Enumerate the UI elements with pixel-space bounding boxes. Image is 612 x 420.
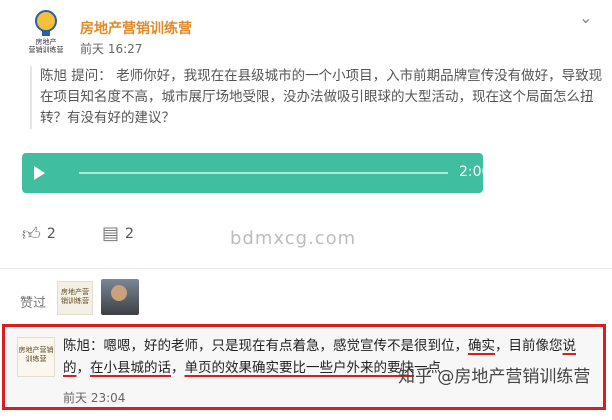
audio-player[interactable]: 2:00 — [22, 153, 490, 193]
post-timestamp: 前天 16:27 — [80, 42, 143, 56]
reply-segment: ， — [171, 360, 185, 376]
lightbulb-logo-icon — [35, 10, 57, 36]
liker-avatar[interactable] — [101, 279, 139, 315]
logo-text: 房地产 营销训练营 — [28, 38, 64, 54]
chevron-down-icon[interactable]: ⌄ — [579, 8, 592, 27]
divider — [0, 268, 612, 269]
comment-icon: ▤ — [102, 223, 120, 244]
reply-avatar[interactable]: 房地产营销训练营 — [17, 337, 55, 377]
highlighted-reply: 房地产营销训练营 陈旭：嗯嗯，好的老师，只是现在有点着急，感觉宣传不是很到位，确… — [2, 324, 606, 410]
reply-segment: ， — [76, 360, 91, 376]
reply-segment: ，目前像您 — [495, 338, 563, 354]
reply-segment: 陈旭：嗯嗯，好的老师，只是现在有点着急，感觉宣传不是很到位， — [63, 338, 468, 354]
reply-avatar-text: 房地产营销训练营 — [18, 346, 54, 363]
audio-progress-track[interactable] — [79, 172, 448, 174]
site-watermark: 知乎 @房地产营销训练营 — [398, 367, 591, 387]
author-avatar[interactable]: 房地产 营销训练营 — [22, 10, 70, 54]
like-button[interactable]: 👍︎ 2 — [22, 223, 56, 245]
liker-avatar-text: 房地产营销训练营 — [61, 288, 89, 305]
play-icon[interactable] — [34, 166, 45, 180]
reply-segment-underlined: 确实 — [468, 338, 495, 354]
thumbs-up-icon: 👍︎ — [22, 224, 41, 245]
likes-label: 赞过 — [20, 296, 47, 311]
like-count: 2 — [46, 226, 56, 242]
question-text: 陈旭 提问： 老师你好，我现在在县级城市的一个小项目，入市前期品牌宣传没有做好，… — [30, 66, 612, 129]
audio-duration: 2:00 — [459, 164, 491, 180]
reply-segment-underlined: 在小县城的话 — [90, 360, 171, 376]
watermark-url: bdmxcg.com — [230, 228, 357, 249]
comment-count: 2 — [125, 225, 134, 242]
reply-segment-underlined: 单页的效果确实要比一些户外来的要快 — [184, 360, 415, 376]
comment-button[interactable]: ▤ 2 — [102, 223, 134, 244]
liker-avatar[interactable]: 房地产营销训练营 — [57, 281, 93, 315]
reply-timestamp: 前天 23:04 — [63, 391, 126, 405]
author-name[interactable]: 房地产营销训练营 — [80, 18, 192, 38]
